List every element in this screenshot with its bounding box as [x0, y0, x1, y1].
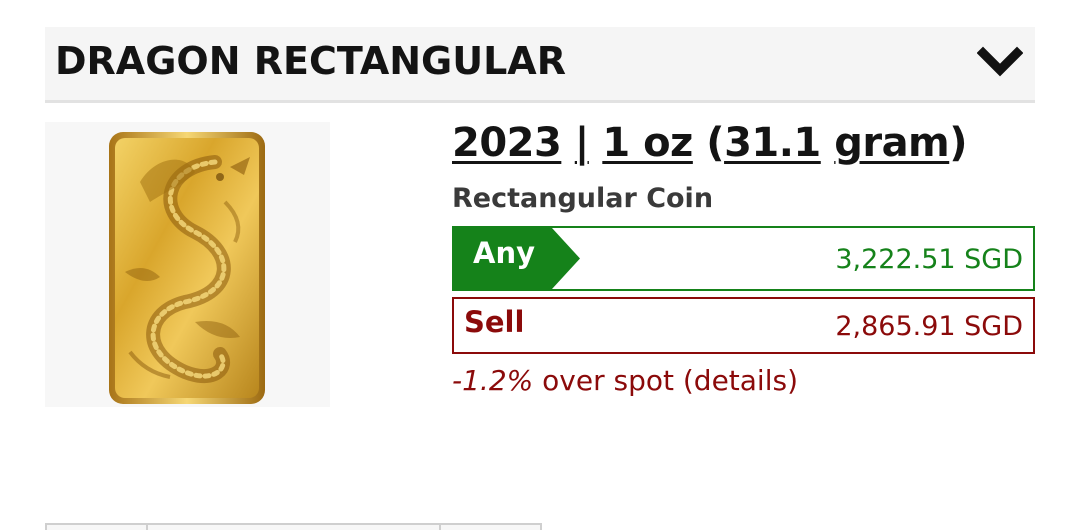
tab-divider — [146, 525, 148, 530]
sell-price: 2,865.91 SGD — [835, 311, 1023, 342]
buy-tag: Any — [454, 228, 582, 289]
product-gram-unit-link[interactable]: gram — [834, 120, 950, 166]
sell-price-row[interactable]: Sell 2,865.91 SGD — [452, 297, 1035, 354]
grams-open-paren: ( — [706, 120, 725, 166]
section-title: DRAGON RECTANGULAR — [55, 39, 566, 83]
spot-percent: -1.2% — [452, 364, 534, 397]
coin-image[interactable] — [45, 122, 330, 407]
product-section-header[interactable]: DRAGON RECTANGULAR — [45, 27, 1035, 103]
spot-premium: -1.2% over spot (details) — [452, 364, 798, 397]
tab-divider — [439, 525, 441, 530]
grams-close-paren: ) — [949, 120, 968, 166]
product-weight-link[interactable]: 1 oz — [602, 120, 693, 166]
spot-text: over spot — [542, 364, 674, 397]
title-separator: | — [574, 120, 590, 166]
chevron-down-icon[interactable] — [976, 43, 1024, 83]
buy-label: Any — [473, 236, 535, 270]
sell-label: Sell — [464, 305, 525, 339]
bottom-tab-strip[interactable] — [45, 523, 542, 530]
product-grams-link[interactable]: 31.1 — [724, 120, 821, 166]
buy-price-row[interactable]: Any 3,222.51 SGD — [452, 226, 1035, 291]
product-type: Rectangular Coin — [452, 183, 714, 214]
product-year-link[interactable]: 2023 — [452, 120, 562, 166]
product-title[interactable]: 2023 | 1 oz (31.1 gram) — [452, 120, 968, 166]
buy-price: 3,222.51 SGD — [835, 244, 1023, 275]
product-card: DRAGON RECTANGULAR 2023 | 1 oz (31.1 gra… — [0, 0, 1080, 530]
details-link[interactable]: (details) — [683, 364, 798, 397]
